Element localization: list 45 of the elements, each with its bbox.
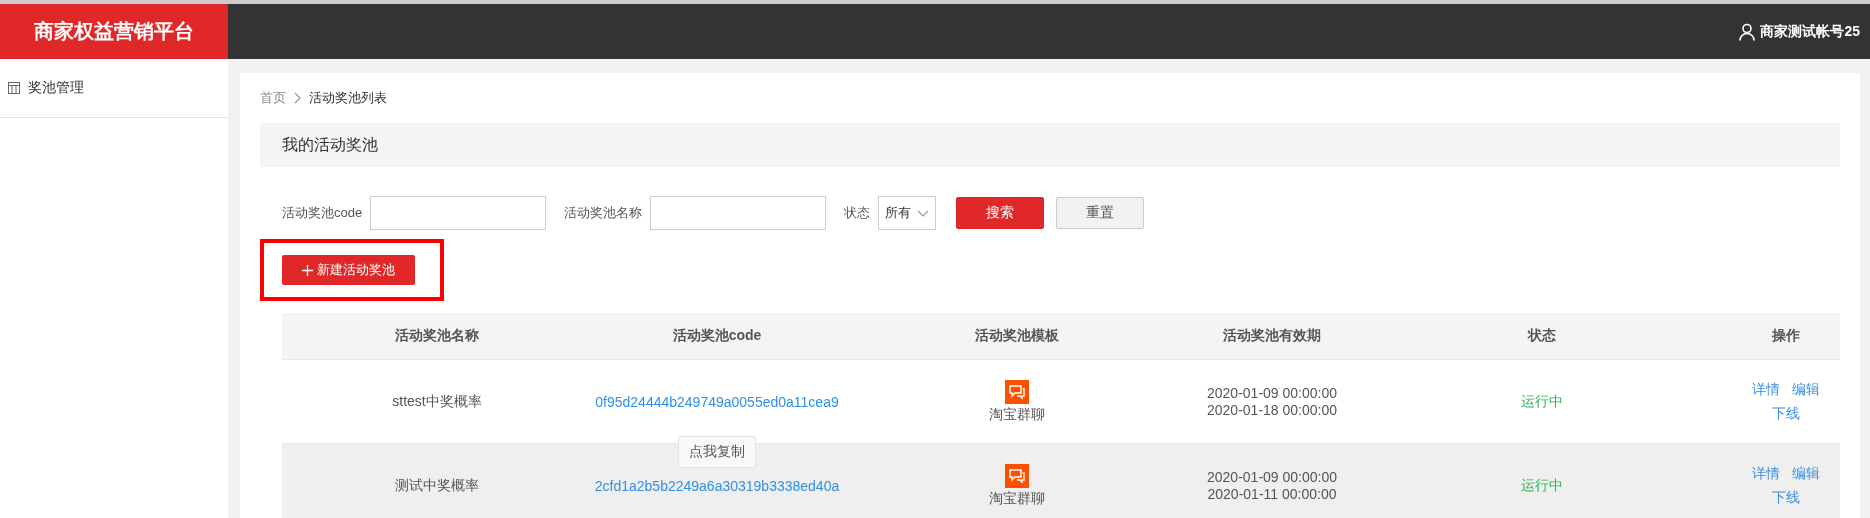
status-dropdown[interactable]: 所有 — [878, 196, 937, 230]
new-pool-button[interactable]: 新建活动奖池 — [282, 255, 415, 285]
action-link[interactable]: 详情 — [1752, 464, 1780, 483]
action-link[interactable]: 编辑 — [1792, 380, 1820, 399]
brand-title: 商家权益营销平台 — [0, 4, 228, 59]
grid-icon — [8, 82, 20, 94]
chevron-down-icon — [917, 209, 930, 217]
sidebar-item[interactable]: 奖池管理 — [0, 59, 228, 118]
status-text: 运行中 — [1520, 392, 1564, 411]
plus-icon — [302, 264, 313, 276]
action-link[interactable]: 编辑 — [1792, 464, 1820, 483]
status-text: 运行中 — [1520, 476, 1564, 495]
panel-title: 我的活动奖池 — [282, 134, 378, 155]
code-link[interactable]: 2cfd1a2b5b2249a6a30319b3338ed40a — [594, 477, 840, 494]
action-link[interactable]: 下线 — [1772, 488, 1800, 507]
template-name: 淘宝群聊 — [989, 489, 1045, 508]
column-header: 活动奖池名称 — [394, 327, 480, 345]
table-cell-text: 测试中奖概率 — [394, 476, 480, 495]
table-cell-text: sttest中奖概率 — [391, 392, 483, 411]
user-name[interactable]: 商家测试帐号25 — [1760, 22, 1860, 41]
column-header: 活动奖池模板 — [974, 327, 1060, 345]
breadcrumb-item[interactable]: 首页 — [260, 89, 286, 107]
date-range: 2020-01-09 00:00:00 2020-01-18 00:00:00 — [1206, 384, 1338, 419]
column-header: 状态 — [1526, 327, 1557, 345]
column-header: 活动奖池有效期 — [1222, 327, 1322, 345]
chat-icon — [1005, 463, 1029, 488]
date-range: 2020-01-09 00:00:00 2020-01-11 00:00:00 — [1206, 468, 1338, 503]
input-field[interactable] — [370, 196, 547, 230]
action-link[interactable]: 下线 — [1772, 404, 1800, 423]
breadcrumb-item: 活动奖池列表 — [309, 89, 387, 107]
field-label: 活动奖池名称 — [564, 204, 643, 222]
user-icon — [1739, 22, 1756, 41]
field-label: 活动奖池code — [282, 204, 363, 222]
column-header: 活动奖池code — [671, 327, 763, 345]
input-field[interactable] — [650, 196, 827, 230]
column-header: 操作 — [1771, 327, 1801, 345]
chat-icon — [1005, 379, 1029, 404]
reset-button[interactable]: 重置 — [1056, 197, 1145, 229]
template-name: 淘宝群聊 — [989, 405, 1045, 424]
chevron-right-icon — [294, 92, 301, 104]
search-button[interactable]: 搜索 — [956, 197, 1045, 229]
code-link[interactable]: 0f95d24444b249749a0055ed0a11cea9 — [595, 393, 839, 410]
action-link[interactable]: 详情 — [1752, 380, 1780, 399]
copy-tooltip: 点我复制 — [678, 435, 756, 468]
field-label: 状态 — [844, 204, 871, 222]
